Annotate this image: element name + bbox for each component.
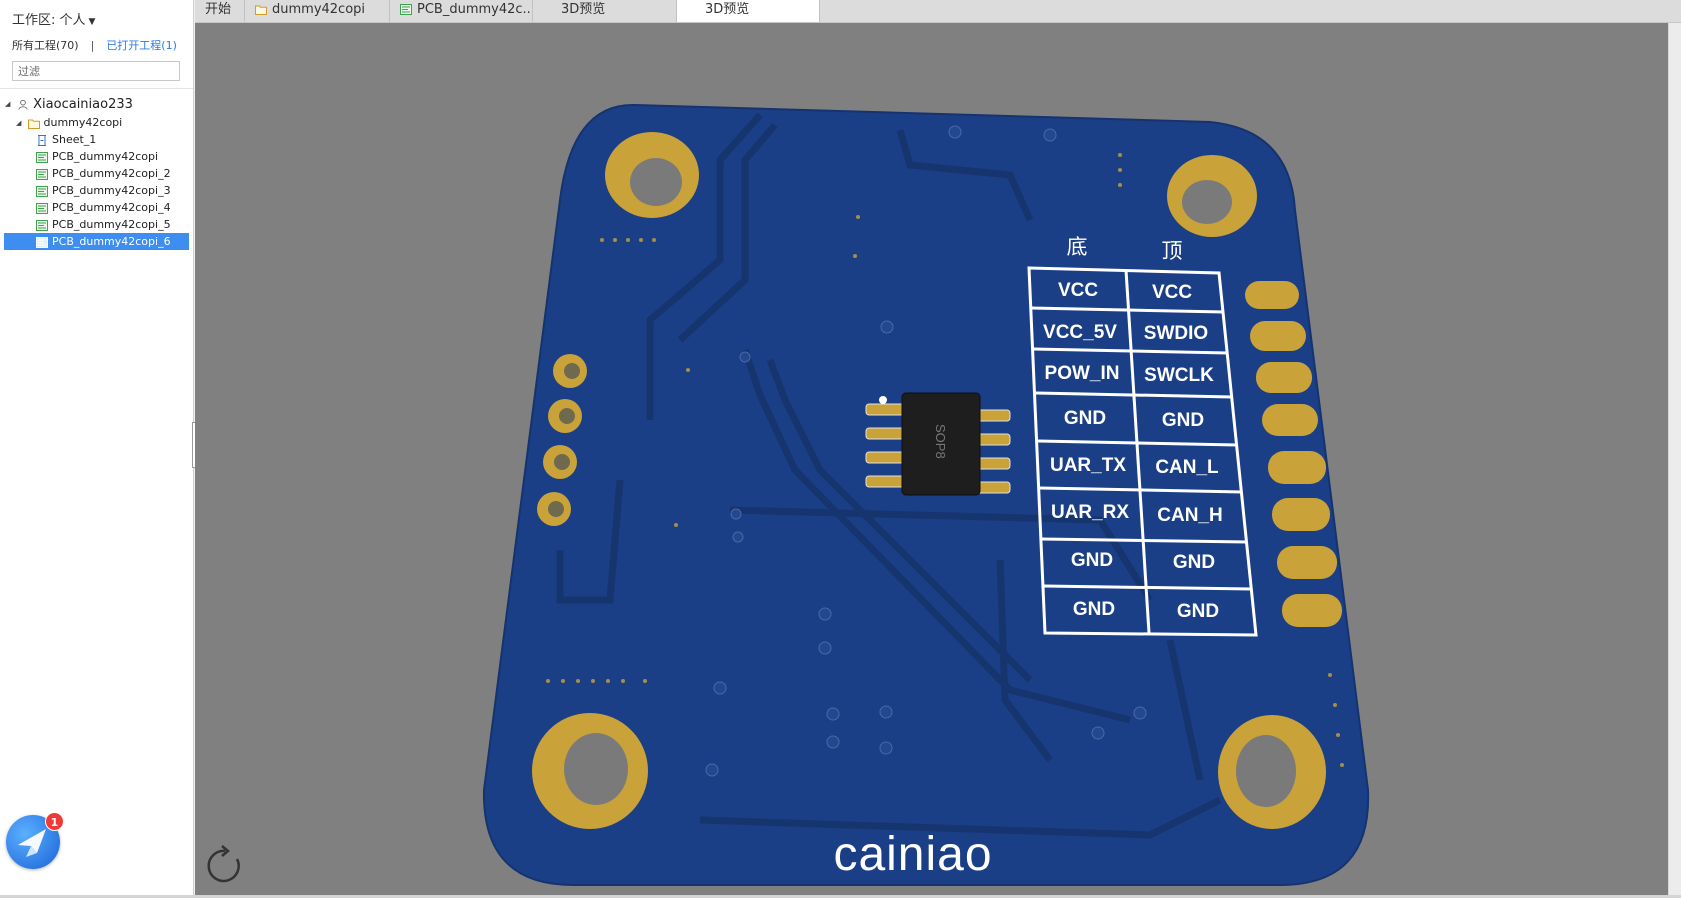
pcb-icon — [36, 151, 48, 163]
folder-icon — [27, 119, 40, 129]
pin-label: VCC — [1152, 282, 1192, 303]
tree-item-pcb[interactable]: PCB_dummy42copi_5 — [36, 216, 171, 233]
workspace-label: 工作区: 个人 — [12, 13, 86, 28]
tree-item-label: PCB_dummy42copi — [52, 150, 159, 163]
pcb-icon — [36, 236, 48, 248]
tree-item-label: PCB_dummy42copi_2 — [52, 167, 171, 180]
divider — [0, 88, 193, 89]
tree-item-pcb[interactable]: PCB_dummy42copi_4 — [36, 199, 171, 216]
open-projects-link[interactable]: 已打开工程(1) — [106, 39, 177, 52]
pin-side-bottom: 底 — [1067, 236, 1088, 259]
tab-label: 3D预览 — [561, 2, 606, 17]
all-projects-link[interactable]: 所有工程(70) — [12, 39, 79, 52]
project-links: 所有工程(70) | 已打开工程(1) — [12, 37, 177, 53]
pcb-3d-render: SOP8 底 顶 VCC VCC VCC_5V SWDIO POW_IN SWC… — [482, 103, 1370, 886]
filter-input[interactable] — [12, 61, 180, 81]
pin-label: VCC_5V — [1043, 322, 1117, 343]
pin-label: GND — [1073, 599, 1115, 620]
tab-3d-preview-active[interactable]: 3D预览 — [677, 0, 820, 22]
pin-side-top: 顶 — [1162, 240, 1183, 263]
tree-item-label: Sheet_1 — [52, 133, 97, 146]
pin-label: GND — [1071, 550, 1113, 571]
3d-viewport[interactable]: SOP8 底 顶 VCC VCC VCC_5V SWDIO POW_IN SWC… — [195, 23, 1668, 895]
expand-triangle-icon[interactable]: ◢ — [5, 96, 13, 113]
tab-pcb[interactable]: PCB_dummy42c... — [390, 0, 533, 22]
pin-label: SWDIO — [1144, 323, 1208, 344]
tree-user-node[interactable]: ◢ Xiaocainiao233 — [5, 96, 133, 113]
pin-label: GND — [1064, 408, 1106, 429]
pin-label: GND — [1173, 552, 1215, 573]
user-icon — [18, 99, 28, 110]
tab-label: 开始 — [205, 2, 232, 17]
pin-label: SWCLK — [1144, 365, 1214, 386]
tab-start[interactable]: 开始 — [195, 0, 245, 22]
pin-label: CAN_H — [1157, 505, 1222, 526]
pin-label: CAN_L — [1155, 457, 1219, 478]
pin-label: GND — [1177, 601, 1219, 622]
tab-project[interactable]: dummy42copi — [245, 0, 390, 22]
right-scrollbar[interactable] — [1668, 23, 1681, 895]
pcb-icon — [400, 4, 412, 15]
tab-label: 3D预览 — [705, 2, 750, 17]
pcb-icon — [36, 185, 48, 197]
tree-item-label: PCB_dummy42copi_3 — [52, 184, 171, 197]
tree-user-label: Xiaocainiao233 — [33, 97, 133, 112]
board-brand-text: cainiao — [833, 828, 992, 881]
tab-bar: 开始 dummy42copi PCB_dummy42c... 3D预览 3D预览 — [195, 0, 1681, 23]
tree-item-label: PCB_dummy42copi_4 — [52, 201, 171, 214]
tree-project-node[interactable]: ◢ dummy42copi — [16, 114, 122, 131]
folder-icon — [255, 5, 267, 15]
expand-triangle-icon[interactable]: ◢ — [16, 115, 24, 132]
tree-project-label: dummy42copi — [43, 116, 123, 129]
link-separator: | — [90, 39, 95, 52]
tree-item-pcb[interactable]: PCB_dummy42copi — [36, 148, 158, 165]
pin-label: POW_IN — [1045, 363, 1120, 384]
tree-item-label: PCB_dummy42copi_6 — [52, 235, 171, 248]
caret-down-icon: ▼ — [88, 17, 96, 27]
rotate-icon[interactable] — [204, 845, 246, 887]
workspace-selector[interactable]: 工作区: 个人 ▼ — [12, 9, 95, 28]
pin-label: GND — [1162, 410, 1204, 431]
project-sidebar: 工作区: 个人▼ 所有工程(70) | 已打开工程(1) ◢ Xiaocainiao… — [0, 0, 194, 895]
tab-label: PCB_dummy42c... — [417, 2, 533, 17]
pcb-icon — [36, 219, 48, 231]
pin-label: UAR_RX — [1051, 502, 1129, 523]
tree-item-label: PCB_dummy42copi_5 — [52, 218, 171, 231]
pcb-icon — [36, 202, 48, 214]
tab-label: dummy42copi — [272, 2, 366, 17]
tab-3d-preview[interactable]: 3D预览 — [533, 0, 677, 22]
chip-label: SOP8 — [933, 424, 948, 459]
notification-badge: 1 — [45, 812, 64, 831]
schematic-icon — [38, 134, 46, 146]
tree-item-sheet[interactable]: Sheet_1 — [36, 131, 96, 148]
pin-label: UAR_TX — [1050, 455, 1126, 476]
pcb-icon — [36, 168, 48, 180]
tree-item-pcb[interactable]: PCB_dummy42copi_3 — [36, 182, 171, 199]
tree-item-pcb-selected[interactable]: PCB_dummy42copi_6 — [4, 233, 189, 250]
pin-label: VCC — [1058, 280, 1098, 301]
tree-item-pcb[interactable]: PCB_dummy42copi_2 — [36, 165, 171, 182]
